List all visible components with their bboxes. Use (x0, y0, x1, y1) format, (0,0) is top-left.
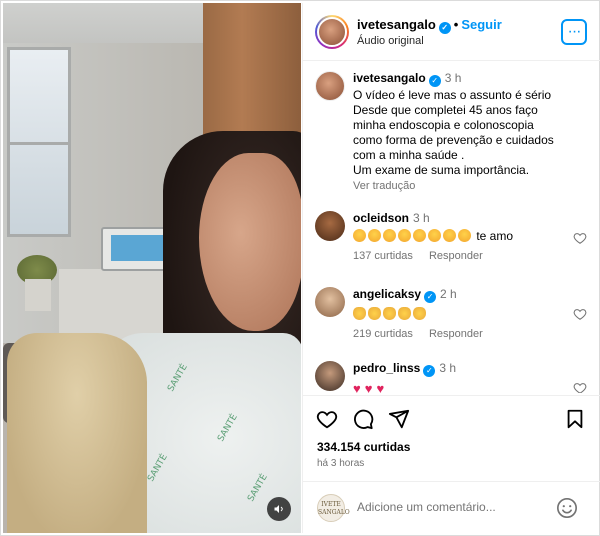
heart-emoji-icon: ♥ (376, 381, 385, 393)
photo-pot (25, 279, 51, 311)
laughing-emoji-icon (458, 229, 471, 242)
verified-icon: ✓ (424, 291, 437, 303)
reply-button[interactable]: Responder (429, 328, 483, 340)
clapping-emoji-icon (398, 307, 411, 320)
comment-text (353, 307, 579, 321)
audio-icon (274, 505, 283, 513)
laughing-emoji-icon (413, 229, 426, 242)
clapping-emoji-icon (413, 307, 426, 320)
audio-toggle-button[interactable] (267, 497, 291, 521)
comment-message: te amo (476, 229, 514, 243)
comment-text: ♥ ♥ ♥ (353, 381, 579, 393)
laughing-emoji-icon (353, 229, 366, 242)
reply-button[interactable]: Responder (429, 250, 483, 262)
heart-emoji-icon: ♥ (353, 381, 361, 393)
comment-username[interactable]: ocleidson (353, 211, 409, 225)
post-sidebar: ivetesangalo ✓ • Seguir Áudio original ··· … (302, 3, 600, 533)
post-time-ago[interactable]: há 3 horas (317, 458, 364, 469)
post-actions: 334.154 curtidas há 3 horas (303, 395, 600, 475)
author-username[interactable]: ivetesangalo (357, 17, 436, 32)
comment-username[interactable]: pedro_linss (353, 361, 420, 375)
photo-towel (7, 333, 147, 533)
clapping-emoji-icon (353, 307, 366, 320)
comment-time[interactable]: 3 h (439, 361, 456, 375)
comment-input[interactable] (357, 500, 547, 514)
caption-text: O vídeo é leve mas o assunto é sério Des… (353, 88, 554, 177)
emoji-icon[interactable] (556, 497, 578, 519)
save-icon[interactable] (564, 408, 586, 430)
comment-avatar[interactable] (315, 361, 345, 391)
comment-time[interactable]: 2 h (440, 287, 457, 301)
comment-username[interactable]: angelicaksy (353, 287, 421, 301)
photo-window (7, 47, 71, 237)
clapping-emoji-icon (368, 307, 381, 320)
see-translation-link[interactable]: Ver tradução (353, 180, 579, 192)
share-icon[interactable] (388, 408, 410, 430)
comment-likes[interactable]: 219 curtidas (353, 328, 413, 340)
comment-avatar[interactable] (315, 287, 345, 317)
comment-like-icon[interactable] (573, 231, 587, 245)
laughing-emoji-icon (383, 229, 396, 242)
comment-avatar[interactable] (315, 211, 345, 241)
comment-like-icon[interactable] (573, 381, 587, 393)
comment-text: te amo (353, 229, 579, 243)
more-icon: ··· (567, 23, 582, 40)
post-likes-count[interactable]: 334.154 curtidas (317, 440, 410, 454)
laughing-emoji-icon (398, 229, 411, 242)
verified-icon: ✓ (428, 75, 441, 87)
author-avatar[interactable] (315, 15, 349, 49)
laughing-emoji-icon (428, 229, 441, 242)
post-dialog: SANTÉ SANTÉ SANTÉ SANTÉ ivetesangalo ✓ • Se… (0, 0, 600, 536)
more-options-button[interactable]: ··· (561, 19, 587, 45)
follow-button[interactable]: Seguir (461, 17, 501, 32)
post-media[interactable]: SANTÉ SANTÉ SANTÉ SANTÉ (3, 3, 301, 533)
audio-label[interactable]: Áudio original (357, 35, 424, 47)
heart-emoji-icon: ♥ (364, 381, 373, 393)
laughing-emoji-icon (368, 229, 381, 242)
laughing-emoji-icon (443, 229, 456, 242)
caption-username[interactable]: ivetesangalo (353, 71, 426, 85)
comment-like-icon[interactable] (573, 307, 587, 321)
caption-time[interactable]: 3 h (445, 71, 462, 85)
post-header: ivetesangalo ✓ • Seguir Áudio original ··· (303, 3, 600, 61)
comment-icon[interactable] (352, 408, 374, 430)
comment-likes[interactable]: 137 curtidas (353, 250, 413, 262)
like-icon[interactable] (316, 408, 338, 430)
current-user-avatar: IVETE SANGALO (317, 494, 350, 522)
clapping-emoji-icon (383, 307, 396, 320)
separator-dot: • (453, 17, 459, 32)
verified-icon: ✓ (423, 365, 436, 377)
verified-icon: ✓ (438, 22, 451, 34)
comment-time[interactable]: 3 h (413, 211, 430, 225)
caption-avatar[interactable] (315, 71, 345, 101)
comments-list[interactable]: ivetesangalo ✓ 3 h O vídeo é leve mas o as… (303, 65, 600, 393)
add-comment-bar: IVETE SANGALO (303, 481, 600, 533)
